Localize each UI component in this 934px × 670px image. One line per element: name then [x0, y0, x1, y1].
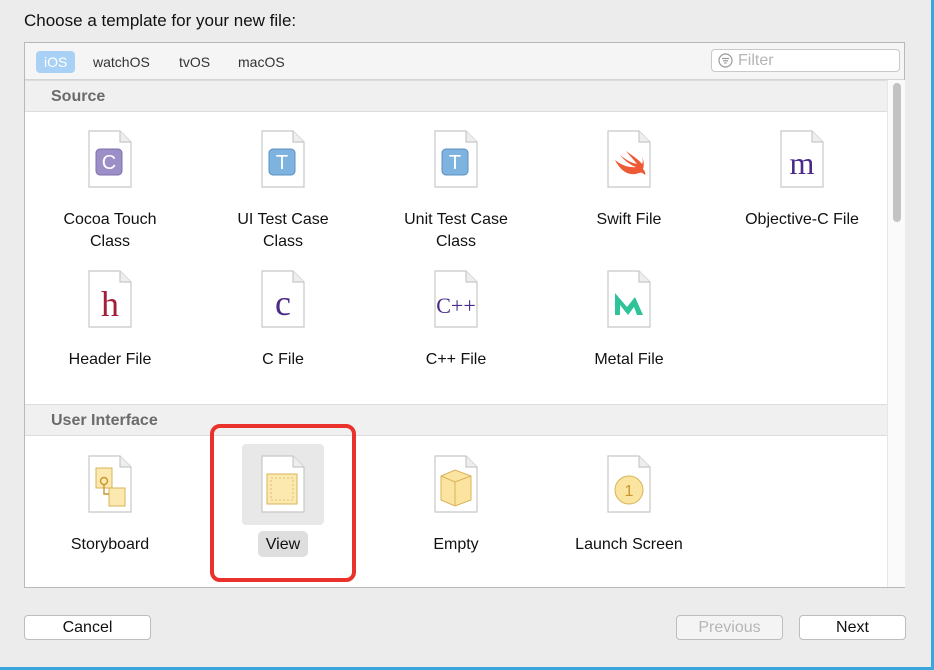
cocoa-touch-class-icon: C: [88, 130, 132, 188]
cancel-button[interactable]: Cancel: [24, 615, 151, 640]
launch-glyph: 1: [625, 483, 634, 500]
scrollbar-thumb[interactable]: [893, 83, 901, 222]
template-label: Storyboard: [70, 536, 150, 553]
template-label: UI Test Case: [237, 211, 329, 228]
template-label-line2: Class: [262, 233, 303, 250]
filter-field[interactable]: [711, 49, 900, 72]
template-label: C File: [262, 351, 304, 368]
template-panel: iOS watchOS tvOS macOS Source User Inter…: [24, 42, 905, 588]
template-label: Objective-C File: [745, 211, 859, 228]
dialog-prompt: Choose a template for your new file:: [24, 11, 297, 30]
template-label: Empty: [433, 536, 479, 553]
empty-icon: [434, 455, 478, 513]
template-label: Metal File: [594, 351, 664, 368]
objective-c-file-icon: m: [780, 130, 824, 188]
tab-ios[interactable]: iOS: [36, 51, 76, 73]
section-header-user-interface: User Interface: [25, 404, 887, 436]
storyboard-icon: [88, 455, 132, 513]
metal-file-icon: [607, 270, 651, 328]
vertical-scrollbar[interactable]: [887, 80, 905, 587]
cpp-file-icon: C++: [434, 270, 478, 328]
filter-input[interactable]: [738, 51, 896, 70]
selection-highlight-box: [210, 424, 356, 582]
header-glyph: h: [101, 284, 119, 324]
c-glyph: c: [275, 283, 291, 323]
template-label: Cocoa Touch: [63, 211, 157, 228]
tab-tvos[interactable]: tvOS: [171, 51, 218, 73]
unit-test-case-class-icon: T: [434, 130, 478, 188]
section-header-source: Source: [25, 80, 887, 112]
unit-test-glyph: T: [449, 152, 461, 174]
swift-file-icon: [607, 130, 651, 188]
objc-glyph: m: [790, 145, 815, 181]
template-label: Launch Screen: [575, 536, 683, 553]
tab-macos[interactable]: macOS: [230, 51, 293, 73]
next-button[interactable]: Next: [799, 615, 906, 640]
filter-icon: [718, 53, 733, 68]
tab-watchos[interactable]: watchOS: [85, 51, 158, 73]
template-label: Unit Test Case: [404, 211, 508, 228]
template-label-line2: Class: [89, 233, 130, 250]
platform-bar: iOS watchOS tvOS macOS: [25, 43, 904, 80]
cocoa-touch-glyph: C: [102, 152, 116, 174]
template-label: C++ File: [425, 351, 487, 368]
template-label: Header File: [68, 351, 152, 368]
header-file-icon: h: [88, 270, 132, 328]
c-file-icon: c: [261, 270, 305, 328]
launch-screen-icon: 1: [607, 455, 651, 513]
ui-test-case-class-icon: T: [261, 130, 305, 188]
cpp-glyph: C++: [436, 293, 476, 318]
template-label: Swift File: [596, 211, 662, 228]
ui-test-glyph: T: [276, 152, 288, 174]
template-label-line2: Class: [435, 233, 476, 250]
previous-button[interactable]: Previous: [676, 615, 783, 640]
